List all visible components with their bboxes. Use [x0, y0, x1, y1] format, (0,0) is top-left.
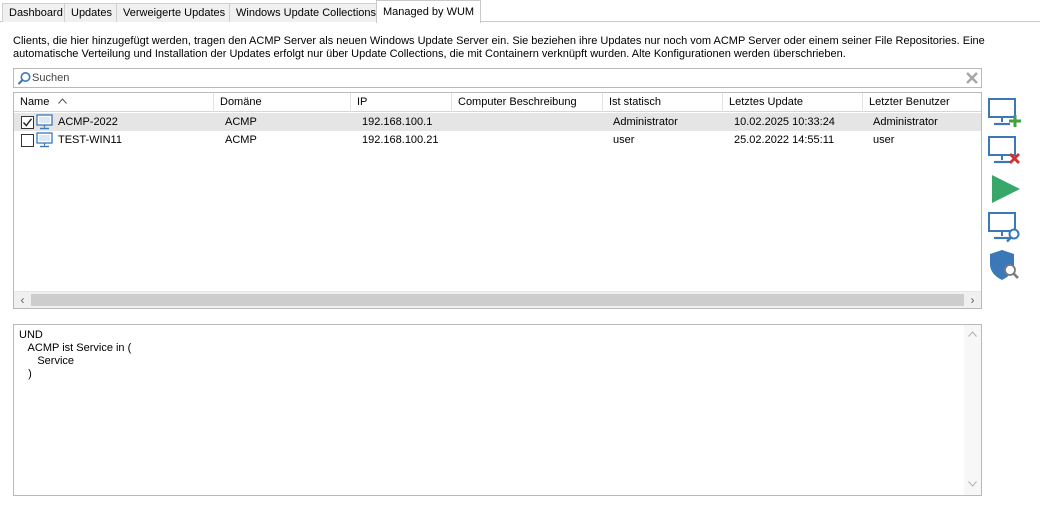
cell-name: ACMP-2022: [58, 116, 118, 128]
search-icon: [17, 71, 32, 89]
scroll-right-icon[interactable]: ›: [964, 292, 981, 308]
table-row[interactable]: TEST-WIN11 ACMP 192.168.100.21 user 25.0…: [14, 131, 981, 149]
column-label: Domäne: [220, 96, 262, 108]
column-header-last-user[interactable]: Letzter Benutzer: [863, 93, 981, 112]
monitor-remove-icon: [986, 136, 1024, 171]
tab-managed-by-wum[interactable]: Managed by WUM: [376, 0, 482, 23]
computer-icon: [36, 132, 53, 154]
column-header-name[interactable]: Name: [14, 93, 214, 112]
add-client-button[interactable]: [986, 96, 1024, 132]
tab-windows-update-collections[interactable]: Windows Update Collections: [229, 3, 384, 22]
scroll-up-icon[interactable]: [964, 327, 981, 343]
find-client-button[interactable]: [986, 210, 1024, 246]
cell-last-update: 25.02.2022 14:55:11: [734, 134, 835, 146]
monitor-add-icon: [986, 98, 1024, 133]
play-icon: [986, 175, 1024, 209]
tab-label: Updates: [71, 7, 112, 19]
search-box: [13, 68, 982, 88]
column-header-last-update[interactable]: Letztes Update: [723, 93, 863, 112]
tab-label: Verweigerte Updates: [123, 7, 226, 19]
table-row[interactable]: ACMP-2022 ACMP 192.168.100.1 Administrat…: [14, 113, 981, 131]
tab-label: Dashboard: [9, 7, 63, 19]
tab-bar: Dashboard Updates Verweigerte Updates Wi…: [0, 0, 1040, 23]
cell-domain: ACMP: [225, 134, 257, 146]
column-label: Name: [20, 96, 50, 108]
clients-table: Name Domäne IP Computer Beschreibung Ist…: [13, 92, 982, 309]
column-label: IP: [357, 96, 368, 108]
clear-search-icon[interactable]: [965, 71, 979, 88]
sort-ascending-icon: [58, 93, 68, 111]
cell-ip: 192.168.100.21: [362, 134, 439, 146]
table-header: Name Domäne IP Computer Beschreibung Ist…: [14, 93, 981, 112]
cell-static: Administrator: [613, 116, 678, 128]
tab-label: Managed by WUM: [383, 6, 475, 18]
tab-dashboard[interactable]: Dashboard: [2, 3, 70, 22]
monitor-search-icon: [986, 212, 1024, 247]
filter-expression-text: UND ACMP ist Service in ( Service ): [19, 329, 132, 380]
shield-search-button[interactable]: [986, 248, 1024, 284]
row-checkbox[interactable]: [21, 134, 34, 147]
filter-expression-box[interactable]: UND ACMP ist Service in ( Service ): [13, 324, 982, 496]
scroll-down-icon[interactable]: [964, 477, 981, 493]
tab-verweigerte-updates[interactable]: Verweigerte Updates: [116, 3, 233, 22]
column-header-domain[interactable]: Domäne: [214, 93, 351, 112]
scrollbar-thumb[interactable]: [31, 294, 964, 306]
column-header-ip[interactable]: IP: [351, 93, 452, 112]
row-checkbox[interactable]: [21, 116, 34, 129]
column-header-description[interactable]: Computer Beschreibung: [452, 93, 603, 112]
cell-last-update: 10.02.2025 10:33:24: [734, 116, 835, 128]
cell-name: TEST-WIN11: [58, 134, 122, 146]
description-text: Clients, die hier hinzugefügt werden, tr…: [13, 35, 985, 60]
column-label: Letztes Update: [729, 96, 803, 108]
search-input[interactable]: [32, 70, 952, 86]
cell-ip: 192.168.100.1: [362, 116, 433, 128]
cell-static: user: [613, 134, 635, 146]
column-label: Computer Beschreibung: [458, 96, 577, 108]
cell-last-user: user: [873, 134, 895, 146]
column-label: Ist statisch: [609, 96, 661, 108]
column-header-static[interactable]: Ist statisch: [603, 93, 723, 112]
shield-search-icon: [986, 250, 1024, 285]
run-button[interactable]: [986, 172, 1024, 208]
cell-domain: ACMP: [225, 116, 257, 128]
remove-client-button[interactable]: [986, 134, 1024, 170]
tab-label: Windows Update Collections: [236, 7, 377, 19]
column-label: Letzter Benutzer: [869, 96, 950, 108]
scroll-left-icon[interactable]: ‹: [14, 292, 31, 308]
cell-last-user: Administrator: [873, 116, 938, 128]
tab-updates[interactable]: Updates: [64, 3, 119, 22]
vertical-scrollbar[interactable]: [964, 325, 981, 495]
horizontal-scrollbar[interactable]: ‹ ›: [14, 291, 981, 308]
